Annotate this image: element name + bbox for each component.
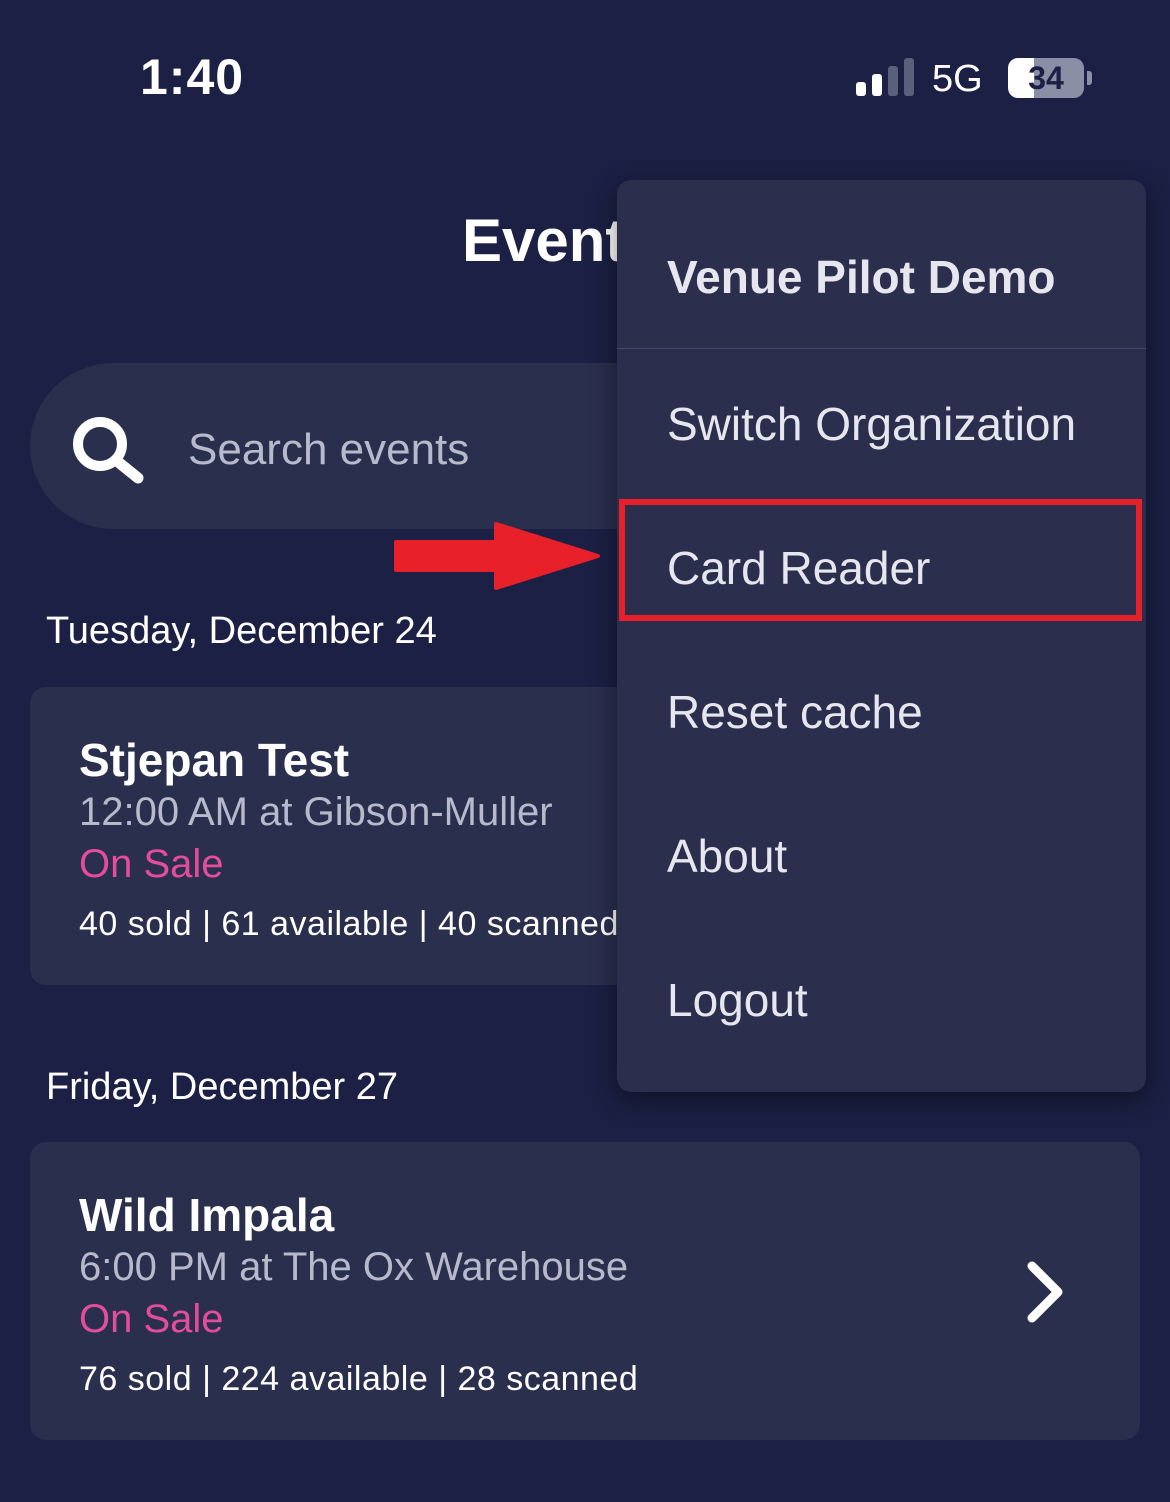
- annotation-arrow-icon: [394, 522, 600, 590]
- event-name: Wild Impala: [79, 1189, 335, 1241]
- annotation-highlight-box: [619, 499, 1142, 621]
- menu-item-reset-cache[interactable]: Reset cache: [667, 685, 923, 739]
- menu-organization-name: Venue Pilot Demo: [667, 251, 1056, 303]
- status-time: 1:40: [140, 49, 245, 105]
- chevron-right-icon[interactable]: [1020, 1260, 1070, 1324]
- event-status: On Sale: [79, 842, 224, 886]
- event-stats: 40 sold | 61 available | 40 scanned: [79, 905, 619, 943]
- menu-item-switch-organization[interactable]: Switch Organization: [667, 397, 1076, 451]
- event-stats: 76 sold | 224 available | 28 scanned: [79, 1360, 639, 1398]
- battery-icon: 34: [1008, 58, 1084, 98]
- menu-divider: [617, 348, 1146, 349]
- battery-tip: [1087, 71, 1092, 85]
- date-header: Friday, December 27: [46, 1066, 398, 1108]
- search-input[interactable]: [188, 420, 608, 480]
- event-time-venue: 6:00 PM at The Ox Warehouse: [79, 1245, 629, 1289]
- menu-item-logout[interactable]: Logout: [667, 973, 808, 1027]
- overflow-menu: [617, 180, 1146, 1092]
- network-type: 5G: [932, 58, 983, 100]
- event-status: On Sale: [79, 1297, 224, 1341]
- search-icon: [73, 417, 144, 484]
- date-header: Tuesday, December 24: [46, 610, 437, 652]
- menu-item-about[interactable]: About: [667, 829, 787, 883]
- event-time-venue: 12:00 AM at Gibson-Muller: [79, 790, 553, 834]
- cellular-signal-icon: [856, 58, 914, 96]
- battery-level: 34: [1028, 60, 1064, 96]
- event-name: Stjepan Test: [79, 734, 350, 786]
